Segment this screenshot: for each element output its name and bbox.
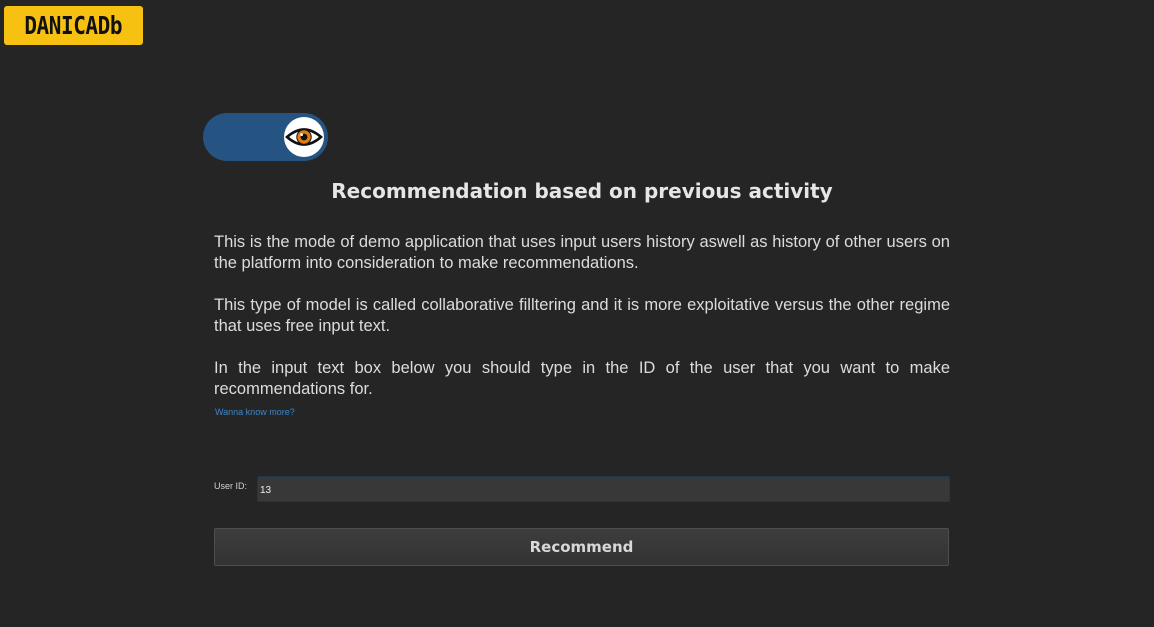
user-id-label: User ID: [214,481,248,491]
eye-icon [285,128,323,146]
description-paragraph-3: In the input text box below you should t… [214,359,950,398]
recommend-button[interactable]: Recommend [214,528,949,566]
toggle-knob [284,117,324,157]
user-id-input[interactable] [257,476,950,502]
description-paragraph-1: This is the mode of demo application tha… [214,233,950,272]
page-title: Recommendation based on previous activit… [331,179,833,203]
wanna-know-more-link[interactable]: Wanna know more? [215,407,295,417]
logo-text: DANICADb [24,11,123,40]
mode-toggle[interactable] [203,113,328,161]
description-paragraph-2: This type of model is called collaborati… [214,296,950,335]
app-logo: DANICADb [4,6,143,45]
